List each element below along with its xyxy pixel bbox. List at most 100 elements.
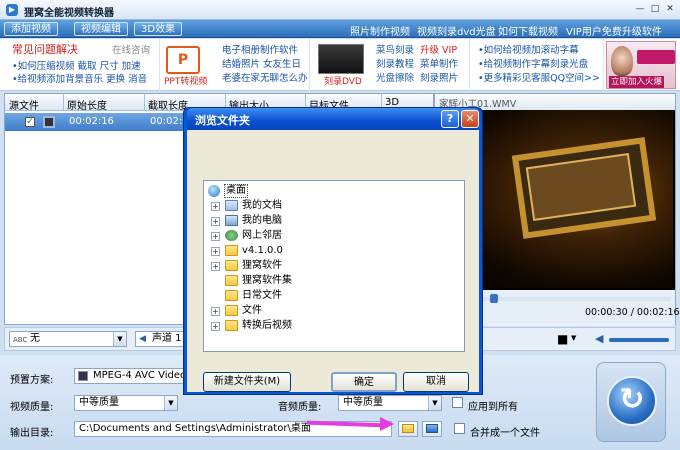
folder-icon — [225, 320, 238, 331]
ok-button[interactable]: 确定 — [331, 372, 397, 392]
time-readout: 00:00:30 / 00:02:16 — [585, 307, 680, 318]
expand-icon[interactable]: + — [211, 247, 220, 256]
link-photo-video[interactable]: 照片制作视频 — [350, 23, 410, 38]
tree-item-label: 我的电脑 — [242, 215, 282, 226]
time-total: 00:02:16 — [636, 307, 680, 318]
banner-logo — [637, 50, 675, 64]
close-icon[interactable]: ✕ — [663, 3, 677, 16]
dvd-panel: 刻录DVD 菜鸟刻录 升级 VIP 刻录教程 菜单制作 光盘擦除 刻录照片 — [310, 39, 470, 91]
subtitle-select[interactable]: ABC 无 ▼ — [9, 331, 127, 347]
tree-item-label: 日常文件 — [242, 290, 282, 301]
app-icon: ▶ — [6, 4, 18, 16]
chevron-down-icon[interactable]: ▼ — [113, 332, 126, 346]
photo-link-bored[interactable]: 老婆在家无聊怎么办 — [222, 72, 308, 85]
preset-film-icon — [78, 371, 88, 381]
new-folder-button[interactable]: 新建文件夹(M) — [203, 372, 291, 392]
film-icon — [43, 116, 55, 128]
maximize-icon[interactable]: □ — [648, 3, 662, 16]
expand-icon[interactable]: + — [211, 307, 220, 316]
pointer-arrow-head — [380, 417, 394, 431]
faq-title[interactable]: 常见问题解决 — [12, 43, 78, 56]
burn-link-tutorial[interactable]: 刻录教程 — [376, 58, 414, 71]
burn-link-photo[interactable]: 刻录照片 — [420, 72, 458, 85]
expand-icon[interactable]: + — [211, 322, 220, 331]
cancel-button[interactable]: 取消 — [403, 372, 469, 392]
preset-value: MPEG-4 AVC Video F — [93, 370, 186, 381]
merge-label: 合并成一个文件 — [470, 428, 540, 439]
link-download-video[interactable]: 如何下载视频 — [498, 23, 558, 38]
dialog-close-icon[interactable]: ✕ — [461, 110, 479, 128]
audio-quality-select[interactable]: 中等质量 ▼ — [338, 395, 442, 411]
col-cut-length[interactable]: 截取长度 — [148, 97, 188, 112]
faq-link-music[interactable]: •给视频添加背景音乐 更换 消音 — [12, 73, 147, 86]
computer-icon — [225, 215, 238, 226]
preset-label: 预置方案: — [10, 375, 54, 386]
minimize-icon[interactable]: — — [633, 3, 647, 16]
help-icon[interactable]: ? — [441, 110, 459, 128]
more-panel: •如何给视频加滚动字幕 •给视频制作字幕刻录光盘 •更多精彩见客服QQ空间>> — [470, 39, 604, 91]
video-quality-value: 中等质量 — [79, 397, 119, 408]
burn-link-beginner[interactable]: 菜鸟刻录 — [376, 44, 414, 57]
expand-icon[interactable]: + — [211, 232, 220, 241]
tree-item-label: v4.1.0.0 — [242, 245, 283, 256]
dvd-thumbnail[interactable] — [318, 44, 364, 74]
expand-icon[interactable]: + — [211, 202, 220, 211]
photo-link-album[interactable]: 电子相册制作软件 — [222, 44, 298, 57]
tree-item-label: 狸窝软件集 — [242, 275, 292, 286]
convert-button[interactable]: ↻ — [596, 362, 666, 442]
link-vip-upgrade[interactable]: VIP用户免费升级软件 — [566, 23, 662, 38]
faq-link-compress[interactable]: •如何压缩视频 截取 尺寸 加速 — [12, 60, 141, 73]
camera-icon[interactable]: ■ — [557, 332, 568, 346]
more-link-scroll[interactable]: •如何给视频加滚动字幕 — [478, 44, 579, 57]
chevron-down-icon[interactable]: ▼ — [164, 396, 177, 410]
camera-dropdown-icon[interactable]: ▼ — [571, 334, 576, 342]
volume-slider[interactable] — [609, 338, 669, 342]
tree-item-label: 我的文档 — [242, 200, 282, 211]
add-video-button[interactable]: 添加视频 — [4, 22, 58, 36]
faq-panel: 常见问题解决 在线咨询 •如何压缩视频 截取 尺寸 加速 •给视频添加背景音乐 … — [0, 39, 160, 91]
folder-icon — [225, 305, 238, 316]
browse-folder-icon[interactable] — [422, 421, 442, 437]
subtitle-icon: ABC — [13, 336, 28, 344]
speaker-icon: ◀ — [139, 334, 146, 344]
seek-handle[interactable] — [490, 294, 499, 303]
preset-select[interactable]: MPEG-4 AVC Video F — [74, 368, 186, 384]
folder-icon — [225, 290, 238, 301]
expand-icon[interactable]: + — [211, 217, 220, 226]
folder-tree[interactable]: 桌面 + 我的文档 + 我的电脑 + 网上邻居 + v4.1.0.0 + 狸窝软件 狸窝软件集 日常文… — [203, 180, 465, 352]
desktop-icon — [208, 185, 220, 197]
banner-ad[interactable]: 立即加入火爆 — [606, 41, 676, 89]
open-folder-icon[interactable] — [398, 421, 418, 437]
ppt-label[interactable]: PPT转视频 — [164, 76, 207, 89]
row-checkbox[interactable]: ✓ — [25, 117, 35, 127]
title-bar: ▶ 狸窝全能视频转换器 — □ ✕ — [0, 0, 680, 20]
burn-link-menu[interactable]: 菜单制作 — [420, 58, 458, 71]
volume-icon[interactable]: ◀ — [595, 332, 603, 345]
col-source[interactable]: 源文件 — [9, 97, 39, 112]
merge-checkbox[interactable] — [454, 423, 465, 434]
link-dvd-burn[interactable]: 视频刻录dvd光盘 — [417, 23, 496, 38]
chevron-down-icon[interactable]: ▼ — [428, 396, 441, 410]
burn-link-vip[interactable]: 升级 VIP — [420, 44, 457, 57]
tree-item-label: 转换后视频 — [242, 320, 292, 331]
more-link-qq[interactable]: •更多精彩见客服QQ空间>> — [478, 72, 600, 85]
more-link-subtitle[interactable]: •给视频制作字幕刻录光盘 — [478, 58, 588, 71]
ppt-icon[interactable]: P — [166, 46, 200, 74]
online-help-link[interactable]: 在线咨询 — [112, 44, 150, 57]
documents-icon — [225, 200, 238, 211]
edit-video-button[interactable]: 视频编辑 — [74, 22, 128, 36]
audio-quality-value: 中等质量 — [343, 397, 383, 408]
audio-track-value: 声道 1 — [152, 333, 182, 344]
browse-folder-dialog: 浏览文件夹 ? ✕ 桌面 + 我的文档 + 我的电脑 + 网上邻居 + v4.1.0.0 + 狸窝… — [183, 107, 483, 395]
banner-portrait — [611, 46, 633, 76]
dvd-label[interactable]: 刻录DVD — [324, 76, 362, 89]
expand-icon[interactable]: + — [211, 262, 220, 271]
burn-link-erase[interactable]: 光盘擦除 — [376, 72, 414, 85]
effect-3d-button[interactable]: 3D效果 — [134, 22, 183, 36]
photo-link-wedding[interactable]: 结婚照片 女友生日 — [222, 58, 301, 71]
video-quality-select[interactable]: 中等质量 ▼ — [74, 395, 178, 411]
col-original-length[interactable]: 原始长度 — [67, 97, 107, 112]
apply-all-checkbox[interactable] — [452, 397, 463, 408]
convert-icon: ↻ — [607, 376, 657, 426]
folder-icon — [225, 260, 238, 271]
